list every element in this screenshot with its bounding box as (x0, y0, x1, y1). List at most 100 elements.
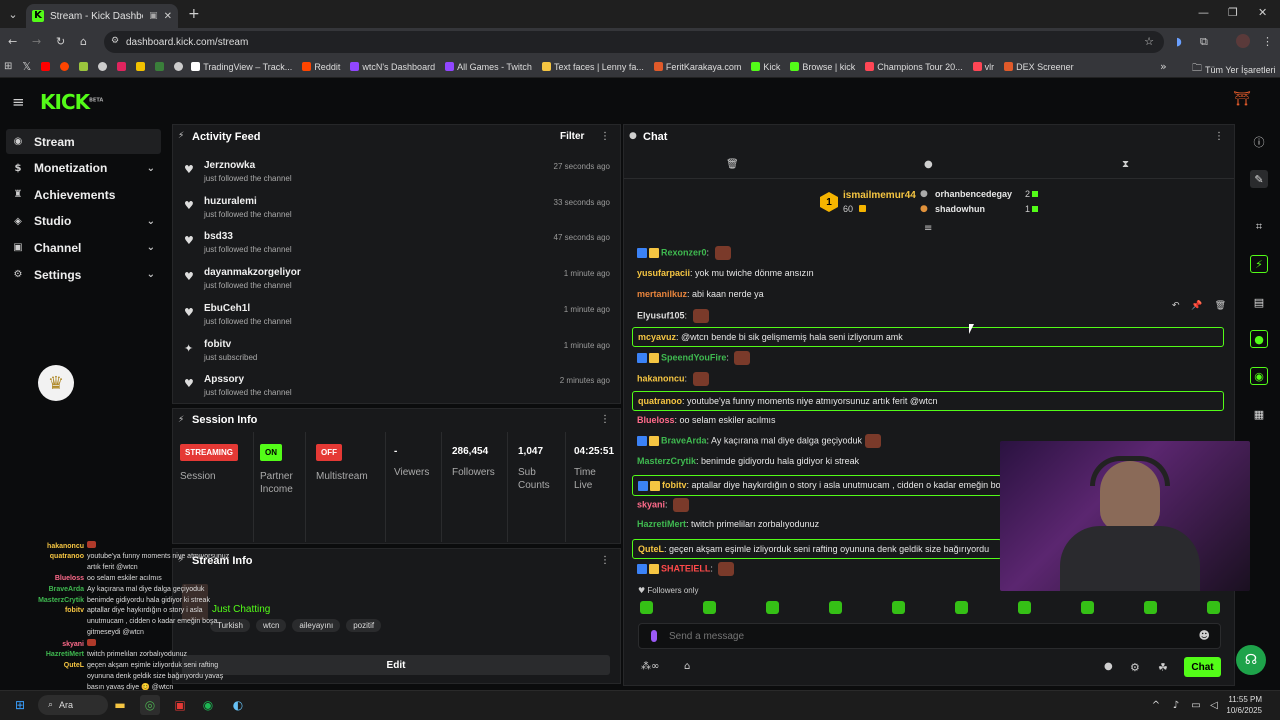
points-icon[interactable]: ⁂∞ (641, 661, 659, 672)
extension-icon[interactable]: ◗ (1176, 35, 1182, 48)
window-close-icon[interactable]: ✕ (1258, 6, 1267, 19)
taskbar-clock[interactable]: 11:55 PM 10/6/2025 (1222, 694, 1262, 716)
emote-shortcut-icon[interactable] (1144, 601, 1157, 614)
bookmark-item[interactable]: TradingView – Track... (191, 62, 292, 72)
all-bookmarks-folder[interactable]: 🗀 Tüm Yer İşaretleri (1192, 61, 1276, 78)
activity-item[interactable]: ♥ Apssory just followed the channel 2 minut… (180, 373, 615, 409)
activity-username[interactable]: Apssory (204, 374, 244, 385)
activity-username[interactable]: fobitv (204, 339, 231, 350)
trash-icon[interactable]: 🗑 (726, 159, 739, 170)
browser-tab[interactable]: K Stream - Kick Dashboard ▣ ✕ (26, 4, 178, 28)
broadcast-toggle-icon[interactable]: ◉ (1250, 367, 1268, 385)
chat-username[interactable]: yusufarpacii (637, 268, 690, 278)
gifter-name[interactable]: orhanbencedegay (935, 189, 1012, 199)
minimize-icon[interactable]: — (1198, 6, 1209, 19)
chat-message[interactable]: mertanilkuz: abi kaan nerde ya (637, 289, 997, 299)
forward-icon[interactable]: → (32, 35, 41, 48)
support-chat-icon[interactable]: ☊ (1236, 645, 1266, 675)
activity-item[interactable]: ✦ fobitv just subscribed 1 minute ago (180, 338, 615, 374)
activity-username[interactable]: huzuralemi (204, 196, 257, 207)
chat-username[interactable]: Blueloss (637, 415, 675, 425)
chat-username[interactable]: BraveArda (661, 435, 707, 445)
taskbar-search[interactable]: ⌕ Ara (38, 695, 108, 715)
chat-username[interactable]: MasterzCrytik (637, 456, 696, 466)
x-bookmark-icon[interactable]: 𝕏 (22, 60, 31, 73)
emote-shortcut-icon[interactable] (829, 601, 842, 614)
home-icon[interactable]: ⌂ (80, 35, 87, 48)
chat-username[interactable]: mertanilkuz (637, 289, 687, 299)
more-bookmarks-icon[interactable]: » (1160, 60, 1167, 73)
activity-item[interactable]: ♥ dayanmakzorgeliyor just followed the cha… (180, 266, 615, 302)
activity-username[interactable]: Jerznowka (204, 160, 255, 171)
chat-menu-icon[interactable]: ⋮ (1214, 131, 1224, 142)
chat-message[interactable]: SpeendYouFire: (637, 351, 997, 365)
chat-message[interactable]: MasterzCrytik: benimde gidiyordu hala gi… (637, 456, 997, 466)
globe-bookmark-icon[interactable] (98, 62, 108, 71)
chat-message[interactable]: Blueloss: oo selam eskiler acılmıs (637, 415, 997, 425)
sidebar-item-achievements[interactable]: ♜ Achievements (6, 182, 161, 207)
chat-bubble-tab-icon[interactable]: ● (924, 159, 933, 170)
chat-message[interactable]: Elyusuf105: (637, 309, 997, 323)
chrome-icon[interactable]: ◎ (140, 695, 160, 715)
chat-username[interactable]: quatranoo (638, 396, 682, 406)
bookmark-item[interactable]: wtcN's Dashboard (350, 62, 435, 72)
chat-username[interactable]: SHATEIELL (661, 563, 710, 573)
bookmark-item[interactable]: Browse | kick (790, 62, 855, 72)
layout-icon[interactable]: ▦ (1250, 405, 1268, 423)
bookmark-icon[interactable] (155, 62, 165, 71)
stream-tag[interactable]: pozitif (346, 619, 382, 632)
youtube-bookmark-icon[interactable] (41, 62, 51, 71)
bookmark-star-icon[interactable]: ☆ (1144, 35, 1154, 48)
emote-shortcut-icon[interactable] (703, 601, 716, 614)
close-tab-icon[interactable]: ✕ (164, 11, 172, 22)
obs-icon[interactable]: ▣ (170, 695, 190, 715)
emote-shortcut-icon[interactable] (1207, 601, 1220, 614)
emote-shortcut-icon[interactable] (1018, 601, 1031, 614)
bookmark-item[interactable]: Text faces | Lenny fa... (541, 62, 644, 72)
chat-username[interactable]: Rexonzer0 (661, 247, 707, 257)
activity-item[interactable]: ♥ EbuCeh1l just followed the channel 1 minu… (180, 302, 615, 338)
emoji-icon[interactable]: ☻ (1199, 629, 1210, 642)
kick-logo[interactable]: KICKBETA (40, 90, 103, 114)
activity-username[interactable]: EbuCeh1l (204, 303, 250, 314)
chat-message[interactable]: quatranoo: youtube'ya funny moments niye… (632, 391, 1224, 411)
bookmark-icon[interactable] (136, 62, 146, 71)
activity-item[interactable]: ♥ bsd33 just followed the channel 47 second… (180, 230, 615, 266)
store-icon[interactable]: ⌂ (684, 661, 690, 672)
chat-username[interactable]: HazretiMert (637, 519, 686, 529)
activity-username[interactable]: bsd33 (204, 231, 233, 242)
chat-bubble-icon[interactable]: ● (1104, 661, 1113, 672)
chat-message[interactable]: yusufarpacii: yok mu twiche dönme ansızı… (637, 268, 997, 278)
extensions-puzzle-icon[interactable]: ⧉ (1200, 35, 1208, 49)
spotify-icon[interactable]: ◉ (198, 695, 218, 715)
stream-info-menu-icon[interactable]: ⋮ (600, 555, 610, 566)
emote-shortcut-icon[interactable] (766, 601, 779, 614)
channel-logo[interactable]: ♛ (38, 365, 74, 401)
bookmark-item[interactable]: Reddit (302, 62, 340, 72)
edit-stream-button[interactable]: Edit (182, 655, 610, 675)
chat-settings-icon[interactable]: ⚙ (1130, 661, 1140, 674)
hamburger-menu-icon[interactable]: ≡ (12, 93, 25, 111)
chat-username[interactable]: hakanoncu (637, 373, 685, 383)
file-explorer-icon[interactable]: ▬ (110, 695, 130, 715)
filter-button[interactable]: Filter (560, 131, 584, 142)
activity-menu-icon[interactable]: ⋮ (600, 131, 610, 142)
reply-icon[interactable]: ↶ (1172, 301, 1180, 311)
apps-icon[interactable]: ⊞ (4, 61, 12, 72)
sidebar-item-studio[interactable]: ◈ Studio ⌄ (6, 209, 161, 234)
new-tab-icon[interactable]: + (188, 6, 200, 22)
chat-message[interactable]: fobitv: aptallar diye haykırdığın o stor… (632, 475, 1002, 496)
sidebar-item-channel[interactable]: ▣ Channel ⌄ (6, 235, 161, 260)
url-field[interactable]: ⚙ dashboard.kick.com/stream ☆ (104, 31, 1164, 53)
bookmark-item[interactable]: vlr (972, 62, 994, 72)
delete-icon[interactable]: 🗑 (1215, 301, 1226, 311)
chat-message[interactable]: BraveArda: Ay kaçırana mal diye dalga ge… (637, 434, 997, 448)
chat-message[interactable]: HazretiMert: twitch primeliları zorbalıy… (637, 519, 997, 529)
chat-message[interactable]: Rexonzer0: (637, 246, 997, 260)
activity-username[interactable]: dayanmakzorgeliyor (204, 267, 301, 278)
sidebar-item-stream[interactable]: ◉ Stream (6, 129, 161, 154)
info-icon[interactable]: ⓘ (1250, 133, 1268, 151)
bookmark-item[interactable]: DEX Screener (1004, 62, 1074, 72)
bookmark-item[interactable]: Champions Tour 20... (865, 62, 963, 72)
sidebar-item-monetization[interactable]: $ Monetization ⌄ (6, 156, 161, 181)
